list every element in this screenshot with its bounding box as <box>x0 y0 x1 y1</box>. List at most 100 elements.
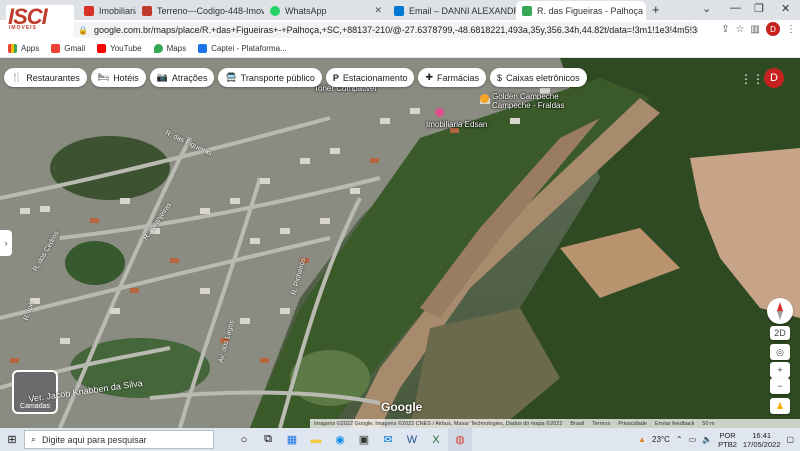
word-icon[interactable]: W <box>400 428 424 451</box>
new-tab-button[interactable]: + <box>652 2 660 17</box>
zoom-out-button[interactable]: − <box>770 378 790 394</box>
edge-icon[interactable]: ◉ <box>328 428 352 451</box>
bookmark-captei[interactable]: Captei - Plataforma... <box>198 44 287 53</box>
outlook-icon <box>394 5 404 16</box>
category-chips: 🍴 Restaurantes 🛏 Hotéis 📷 Atrações 🚍 Transpo… <box>4 68 587 87</box>
bookmark-maps[interactable]: Maps <box>153 44 187 53</box>
tab-search-icon[interactable]: ⌄ <box>702 2 711 15</box>
account-avatar[interactable]: D <box>764 68 784 88</box>
imob-pin-icon[interactable] <box>435 108 444 117</box>
file-explorer-icon[interactable]: ▬ <box>304 428 328 451</box>
store-icon[interactable]: ▣ <box>352 428 376 451</box>
layers-label: Camadas <box>20 403 50 410</box>
chip-farmacias[interactable]: ✚ Farmácias <box>418 68 487 87</box>
toolbar-actions: ⇪ ☆ ▥ D ⋮ <box>721 22 796 36</box>
gmail-icon <box>51 44 61 53</box>
tab-gmail[interactable]: Imobiliaria | Caixa de entra ✕ <box>78 1 136 20</box>
sidebar-icon[interactable]: ▥ <box>751 24 760 35</box>
zoom-in-button[interactable]: + <box>770 362 790 378</box>
maximize-button[interactable]: ❐ <box>754 2 764 15</box>
camera-icon: 📷 <box>156 72 168 82</box>
bookmark-label: Maps <box>166 44 187 53</box>
chip-atracoes[interactable]: 📷 Atrações <box>149 68 215 87</box>
chip-estacionamento[interactable]: P Estacionamento <box>325 68 415 87</box>
close-tab-icon[interactable]: ✕ <box>370 5 382 16</box>
chip-label: Farmácias <box>437 72 480 83</box>
clock[interactable]: 16:41 17/05/2022 <box>743 431 781 449</box>
tab-whatsapp[interactable]: WhatsApp ✕ <box>264 1 388 20</box>
atm-icon: $ <box>497 72 503 83</box>
chip-hoteis[interactable]: 🛏 Hotéis <box>90 68 146 87</box>
windows-start-icon[interactable]: ⊞ <box>0 433 24 446</box>
tab-maps[interactable]: R. das Figueiras - Palhoça - G ✕ <box>516 1 646 20</box>
cortana-icon[interactable]: ○ <box>232 428 256 451</box>
weather-icon[interactable]: ▲ <box>638 435 646 444</box>
expand-panel-button[interactable]: › <box>0 230 12 256</box>
menu-icon[interactable]: ⋮ <box>786 24 796 35</box>
mail-icon[interactable]: ✉ <box>376 428 400 451</box>
bookmark-apps[interactable]: Apps <box>8 44 39 53</box>
pharmacy-icon: ✚ <box>425 72 433 82</box>
bookmark-youtube[interactable]: YouTube <box>97 44 142 53</box>
chip-transporte[interactable]: 🚍 Transporte público <box>218 68 322 87</box>
chip-caixas[interactable]: $ Caixas eletrônicos <box>490 68 587 87</box>
poi-golden[interactable]: Golden Campeche <box>492 92 559 101</box>
bookmark-label: Captei - Plataforma... <box>211 44 287 53</box>
close-window-button[interactable]: ✕ <box>781 2 790 15</box>
network-icon[interactable]: ▭ <box>689 435 697 444</box>
volume-icon[interactable]: 🔈 <box>702 435 712 444</box>
chevron-right-icon: › <box>4 238 8 248</box>
tilt-2d-button[interactable]: 2D <box>770 326 790 340</box>
tab-email[interactable]: Email – DANNI ALEXANDRE ✕ <box>388 1 516 20</box>
chip-label: Estacionamento <box>342 72 408 83</box>
date-label: 17/05/2022 <box>742 439 781 449</box>
minimize-button[interactable]: — <box>730 2 741 14</box>
fork-knife-icon: 🍴 <box>11 72 23 82</box>
taskbar-search[interactable]: ⌕ Digite aqui para pesquisar <box>24 430 214 449</box>
maps-icon <box>522 5 532 16</box>
maps-pin-icon <box>153 44 163 53</box>
chip-label: Transporte público <box>240 72 315 83</box>
profile-avatar[interactable]: D <box>766 22 780 36</box>
weather-temp[interactable]: 23°C <box>652 435 670 444</box>
chip-label: Restaurantes <box>26 72 80 83</box>
poi-golden-sub[interactable]: Campeche - Fraldas <box>492 101 564 110</box>
system-tray: ▲ 23°C ⌃ ▭ 🔈 POR PTB2 16:41 17/05/2022 ▢ <box>638 428 794 451</box>
region-link[interactable]: Brasil <box>570 421 584 427</box>
lock-icon: 🔒 <box>78 25 88 35</box>
compass-control[interactable] <box>767 298 793 324</box>
privacy-link[interactable]: Privacidade <box>618 421 647 427</box>
chip-label: Atrações <box>171 72 208 83</box>
terms-link[interactable]: Termos <box>592 421 610 427</box>
time-label: 16:41 <box>752 430 772 440</box>
notifications-icon[interactable]: ▢ <box>786 435 794 444</box>
share-icon[interactable]: ⇪ <box>721 24 729 35</box>
star-icon[interactable]: ☆ <box>736 24 745 35</box>
scale-label: 50 m <box>702 420 715 427</box>
tab-title: Email – DANNI ALEXANDRE <box>409 5 516 16</box>
google-logo: Google <box>381 400 423 414</box>
tab-strip: Imobiliaria | Caixa de entra ✕ Terreno--… <box>0 0 800 20</box>
lang-label: POR <box>719 430 736 440</box>
chip-restaurantes[interactable]: 🍴 Restaurantes <box>4 68 87 87</box>
tab-title: Imobiliaria | Caixa de entra <box>99 5 136 16</box>
bookmark-gmail[interactable]: Gmail <box>51 44 85 53</box>
feedback-link[interactable]: Enviar feedback <box>655 421 694 427</box>
my-location-button[interactable]: ◎ <box>770 344 790 360</box>
tray-chevron-icon[interactable]: ⌃ <box>676 435 683 444</box>
isci-logo: ISCI IMOVEIS <box>6 4 74 35</box>
tab-title: R. das Figueiras - Palhoça - G <box>537 5 646 16</box>
language-indicator[interactable]: POR PTB2 <box>718 431 737 449</box>
golden-pin-icon[interactable] <box>480 94 489 103</box>
pegman-icon: ♟ <box>775 400 785 411</box>
tab-terreno[interactable]: Terreno---Codigo-448-Imov ✕ <box>136 1 264 20</box>
address-bar[interactable]: 🔒 google.com.br/maps/place/R.+das+Figuei… <box>70 22 698 38</box>
calendar-app-icon[interactable]: ▦ <box>280 428 304 451</box>
excel-icon[interactable]: X <box>424 428 448 451</box>
chrome-icon[interactable]: ◍ <box>448 428 472 451</box>
poi-imobiliaria[interactable]: Imobiliaria Edsan <box>426 120 487 129</box>
task-view-icon[interactable]: ⧉ <box>256 428 280 451</box>
map-canvas[interactable]: Toner Compativel Golden Campeche Campech… <box>0 58 800 428</box>
pegman-button[interactable]: ♟ <box>770 398 790 414</box>
tab-title: WhatsApp <box>285 5 327 16</box>
